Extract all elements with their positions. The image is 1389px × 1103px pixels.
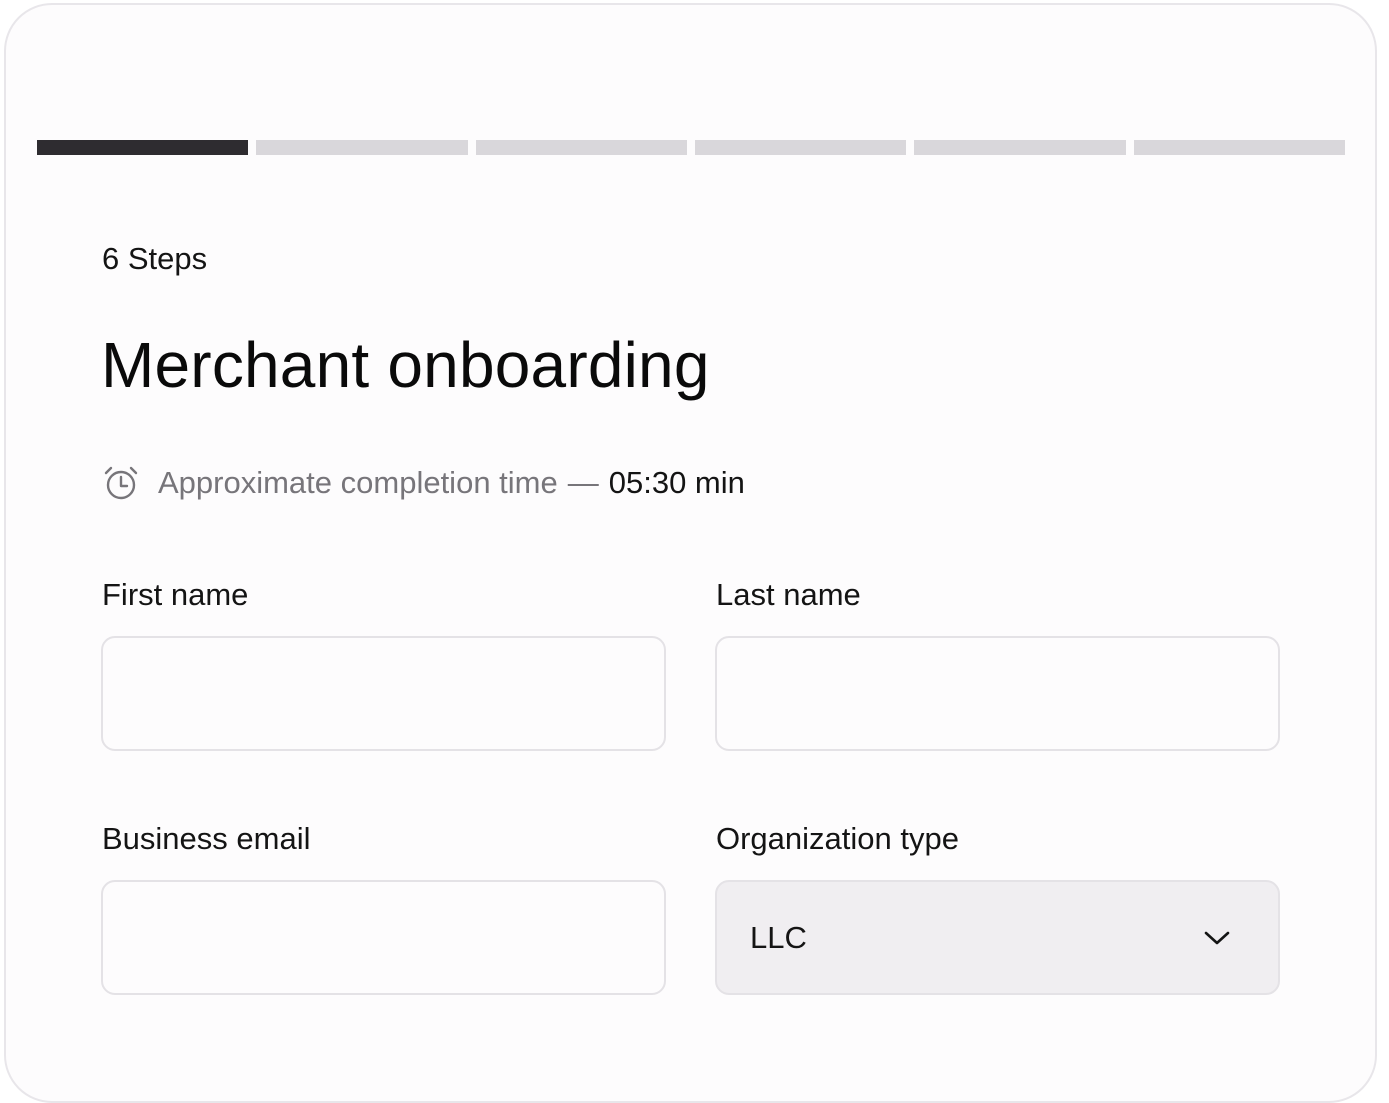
completion-time-separator: — bbox=[567, 465, 599, 500]
completion-time: Approximate completion time — 05:30 min bbox=[102, 463, 745, 503]
completion-time-label: Approximate completion time bbox=[158, 465, 558, 500]
last-name-input[interactable] bbox=[715, 636, 1280, 751]
progress-segment-4 bbox=[694, 140, 907, 155]
business-email-input[interactable] bbox=[101, 880, 666, 995]
progress-segment-3 bbox=[475, 140, 687, 155]
last-name-label: Last name bbox=[716, 577, 861, 612]
progress-segment-2 bbox=[256, 140, 468, 155]
alarm-clock-icon bbox=[102, 464, 140, 502]
steps-count: 6 Steps bbox=[102, 241, 208, 276]
organization-type-label: Organization type bbox=[716, 821, 959, 856]
page-title: Merchant onboarding bbox=[101, 329, 710, 401]
organization-type-value: LLC bbox=[750, 919, 807, 955]
organization-type-select[interactable]: LLC bbox=[715, 880, 1280, 995]
chevron-down-icon[interactable] bbox=[1204, 930, 1230, 946]
business-email-label: Business email bbox=[102, 821, 311, 856]
first-name-input[interactable] bbox=[101, 636, 666, 751]
progress-segment-6 bbox=[1133, 140, 1345, 155]
progress-segment-1 bbox=[37, 140, 249, 155]
progress-segment-5 bbox=[914, 140, 1126, 155]
first-name-label: First name bbox=[102, 577, 249, 612]
completion-time-value: 05:30 min bbox=[608, 465, 745, 500]
step-progress-bar bbox=[37, 140, 1345, 155]
